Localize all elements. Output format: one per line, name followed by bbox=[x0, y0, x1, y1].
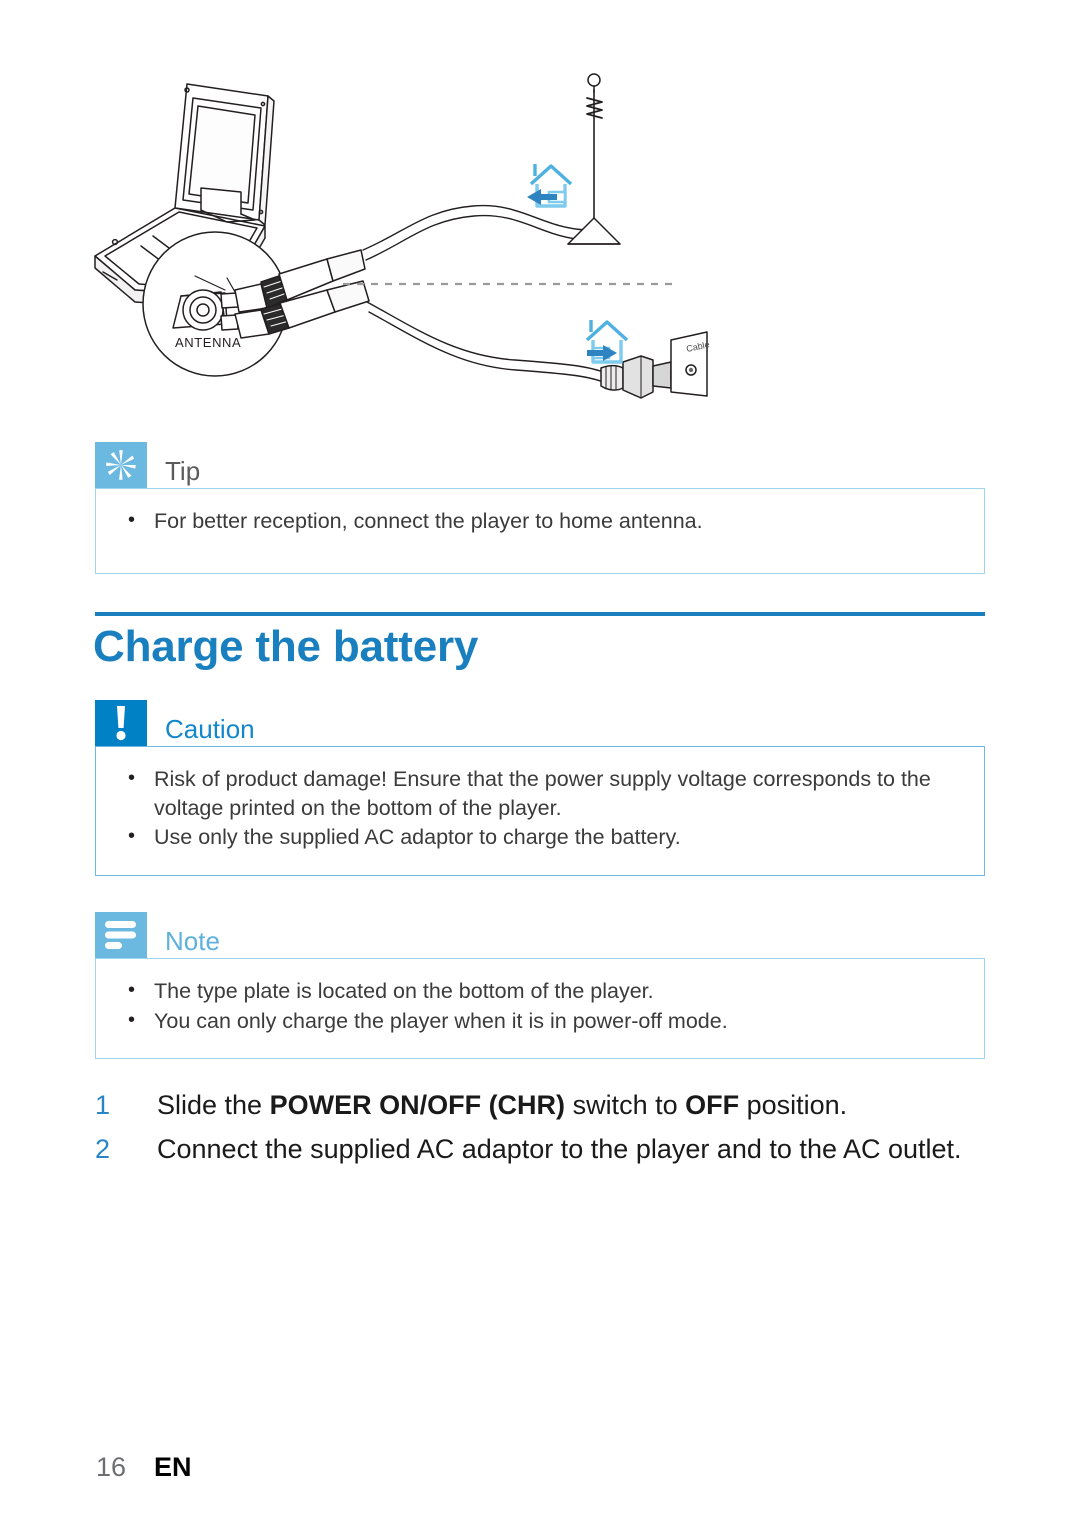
list-lines-icon bbox=[95, 912, 147, 958]
asterisk-icon bbox=[95, 442, 147, 488]
note-body: The type plate is located on the bottom … bbox=[95, 958, 985, 1059]
tip-list: For better reception, connect the player… bbox=[118, 506, 962, 536]
list-item: Risk of product damage! Ensure that the … bbox=[118, 764, 962, 822]
note-list: The type plate is located on the bottom … bbox=[118, 976, 962, 1036]
caution-callout: Caution Risk of product damage! Ensure t… bbox=[95, 700, 985, 876]
house-with-left-arrow-icon bbox=[527, 164, 573, 208]
note-callout: Note The type plate is located on the bo… bbox=[95, 912, 985, 1059]
note-title: Note bbox=[165, 926, 220, 956]
house-with-right-arrow-icon bbox=[585, 320, 629, 364]
page-footer: 16 EN bbox=[96, 1452, 192, 1483]
tip-header: Tip bbox=[95, 442, 985, 488]
power-cable bbox=[366, 301, 604, 383]
caution-list: Risk of product damage! Ensure that the … bbox=[118, 764, 962, 852]
instruction-steps: 1 Slide the POWER ON/OFF (CHR) switch to … bbox=[95, 1085, 995, 1173]
connection-illustration: Cable ANTENNA bbox=[75, 60, 715, 400]
instruction-step: 1 Slide the POWER ON/OFF (CHR) switch to … bbox=[95, 1085, 995, 1125]
antenna-cable bbox=[362, 204, 596, 261]
section-divider-rule bbox=[95, 612, 985, 616]
list-item: Use only the supplied AC adaptor to char… bbox=[118, 822, 962, 852]
page-title: Charge the battery bbox=[93, 622, 479, 671]
rooftop-antenna-icon bbox=[567, 73, 621, 245]
antenna-callout-label: ANTENNA bbox=[175, 335, 241, 350]
manual-page: Cable ANTENNA Tip • For better reception… bbox=[0, 0, 1080, 1527]
list-item: The type plate is located on the bottom … bbox=[118, 976, 962, 1006]
note-header: Note bbox=[95, 912, 985, 958]
instruction-step: 2 Connect the supplied AC adaptor to the … bbox=[95, 1129, 995, 1169]
step-text: Slide the POWER ON/OFF (CHR) switch to O… bbox=[157, 1090, 848, 1120]
list-item: You can only charge the player when it i… bbox=[118, 1006, 962, 1036]
step-number: 1 bbox=[95, 1090, 111, 1120]
caution-header: Caution bbox=[95, 700, 985, 746]
footer-page-number: 16 bbox=[96, 1452, 127, 1482]
tip-body: For better reception, connect the player… bbox=[95, 488, 985, 574]
exclamation-icon bbox=[95, 700, 147, 746]
tip-callout: Tip For better reception, connect the pl… bbox=[95, 442, 985, 574]
tip-title: Tip bbox=[165, 456, 201, 486]
list-item: For better reception, connect the player… bbox=[118, 506, 962, 536]
footer-language: EN bbox=[154, 1452, 192, 1482]
step-text: Connect the supplied AC adaptor to the p… bbox=[157, 1134, 962, 1164]
step-number: 2 bbox=[95, 1134, 111, 1164]
caution-body: Risk of product damage! Ensure that the … bbox=[95, 746, 985, 876]
caution-title: Caution bbox=[165, 714, 255, 744]
